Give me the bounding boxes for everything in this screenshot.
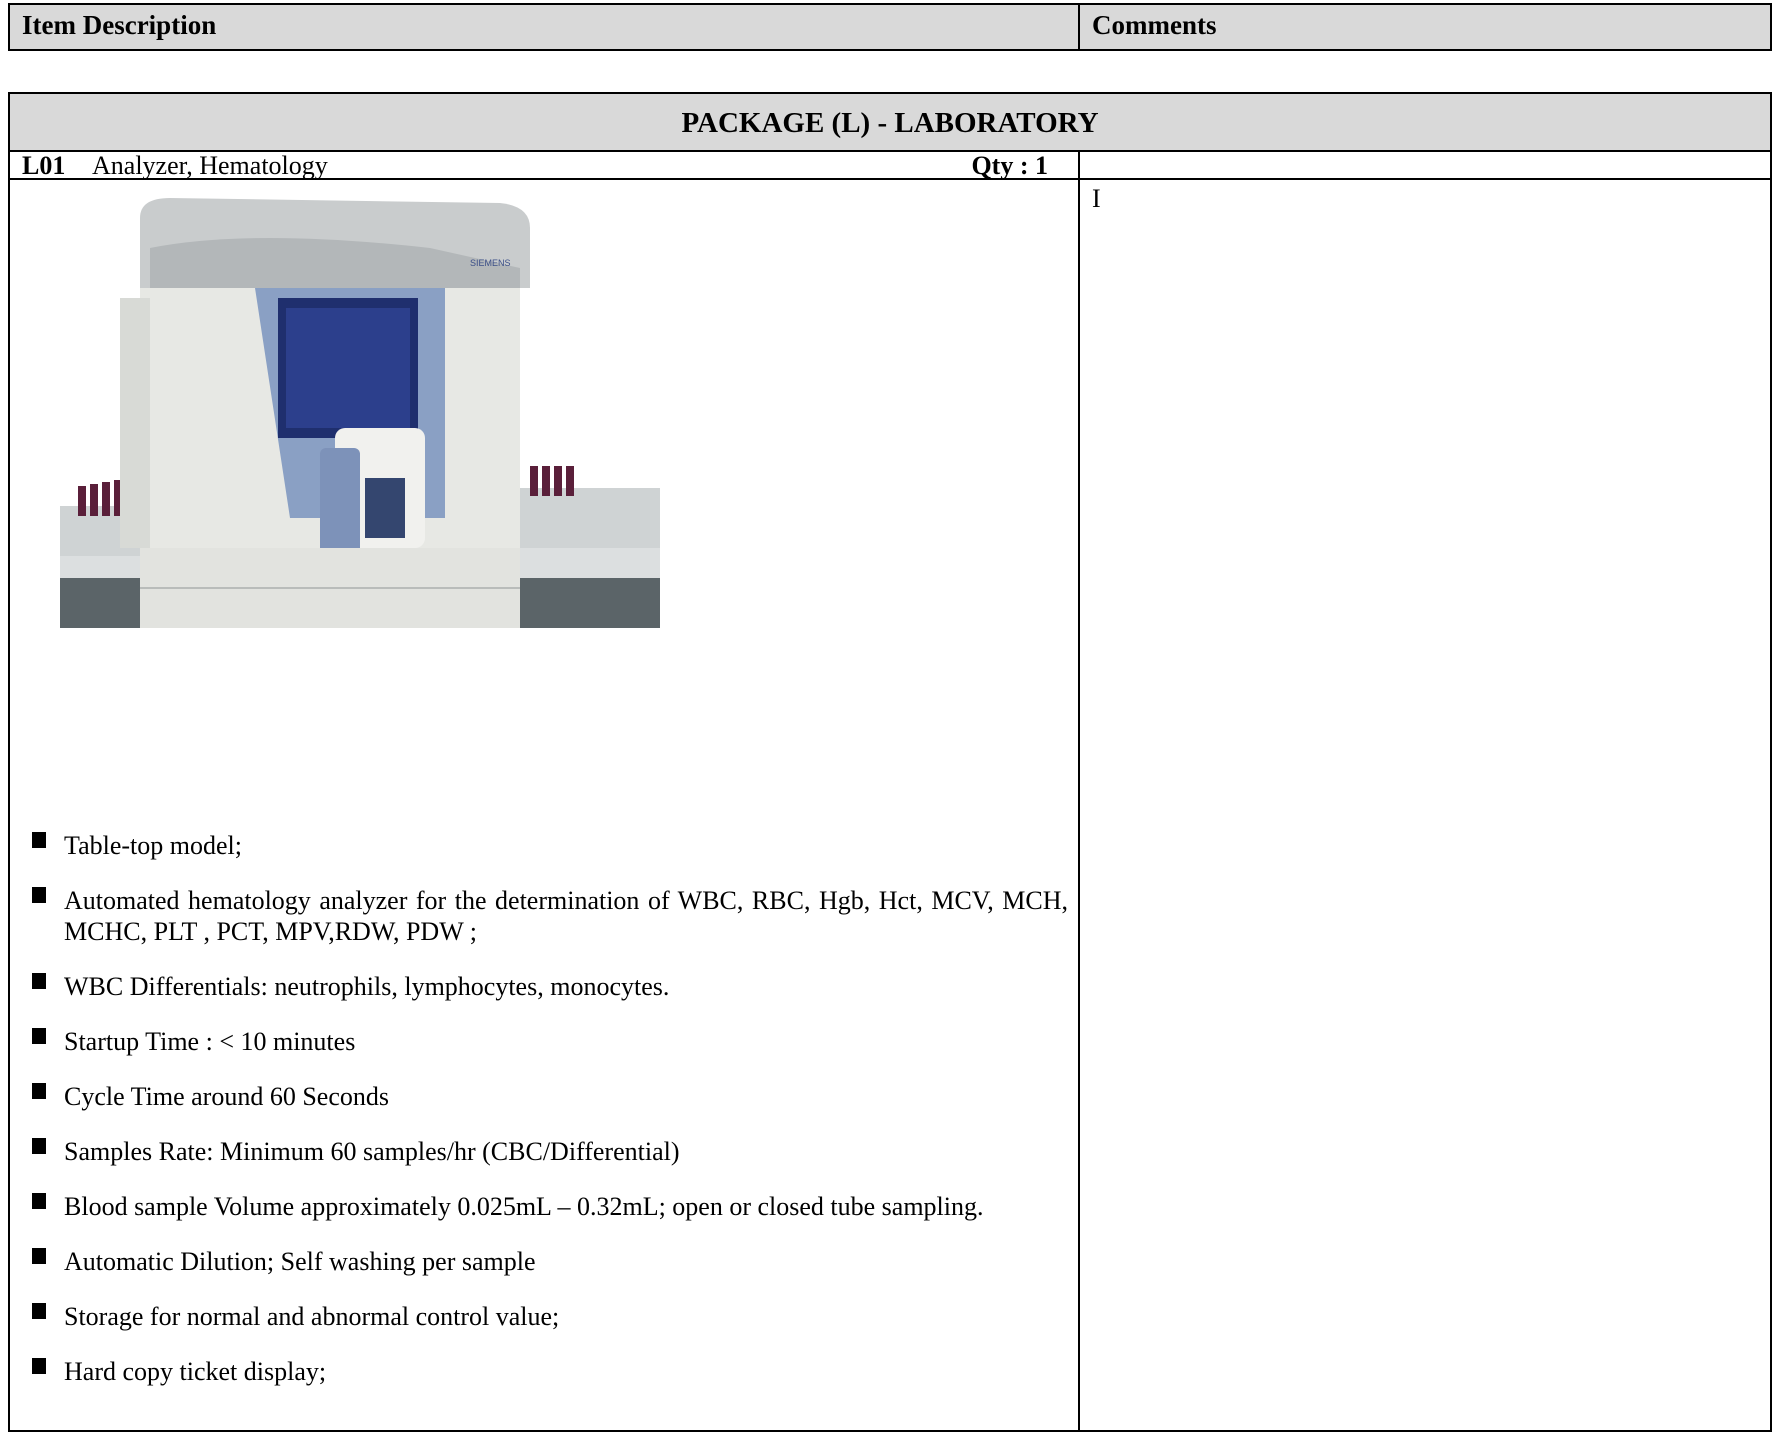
bullet-square-icon [32,887,46,903]
spec-text: Blood sample Volume approximately 0.025m… [64,1192,984,1221]
spec-item: Startup Time : < 10 minutes [10,1026,1080,1057]
spec-text: Automatic Dilution; Self washing per sam… [64,1247,536,1276]
item-name: Analyzer, Hematology [92,151,328,180]
item-cell: L01 Analyzer, Hematology Qty : 1 [10,151,1080,180]
spec-item: Cycle Time around 60 Seconds [10,1081,1080,1112]
spec-list: Table-top model; Automated hematology ana… [10,830,1080,1411]
spec-item: Storage for normal and abnormal control … [10,1301,1080,1332]
comment-text: I [1092,184,1101,213]
bullet-square-icon [32,1248,46,1264]
spec-item: Automated hematology analyzer for the de… [10,885,1080,947]
spec-text: Samples Rate: Minimum 60 samples/hr (CBC… [64,1137,680,1166]
item-details-row: SIEMENS Table-top model; Automated hemato… [10,180,1770,1430]
spec-item: Samples Rate: Minimum 60 samples/hr (CBC… [10,1136,1080,1167]
spec-item: Table-top model; [10,830,1080,861]
brand-label: SIEMENS [470,258,511,268]
package-title: PACKAGE (L) - LABORATORY [10,94,1770,152]
spec-text: WBC Differentials: neutrophils, lymphocy… [64,972,670,1001]
spec-item: Hard copy ticket display; [10,1356,1080,1387]
spec-text: Hard copy ticket display; [64,1357,327,1386]
spec-item: Blood sample Volume approximately 0.025m… [10,1191,1080,1222]
item-row: L01 Analyzer, Hematology Qty : 1 [10,151,1770,180]
bullet-square-icon [32,1083,46,1099]
item-code: L01 [22,151,66,180]
bullet-square-icon [32,1193,46,1209]
spec-text: Startup Time : < 10 minutes [64,1027,356,1056]
bullet-square-icon [32,1138,46,1154]
spec-text: Table-top model; [64,831,242,860]
bullet-square-icon [32,832,46,848]
bullet-square-icon [32,1028,46,1044]
bullet-square-icon [32,1303,46,1319]
package-table: PACKAGE (L) - LABORATORY L01 Analyzer, H… [8,92,1772,1432]
bullet-square-icon [32,1358,46,1374]
item-qty: Qty : 1 [971,151,1048,180]
comment-cell: I [1080,180,1770,1430]
item-description-header: Item Description [10,5,1080,49]
spec-item: WBC Differentials: neutrophils, lymphocy… [10,971,1080,1002]
hematology-analyzer-image: SIEMENS [60,198,660,628]
spec-text: Automated hematology analyzer for the de… [64,886,1068,946]
spec-text: Storage for normal and abnormal control … [64,1302,560,1331]
header-table: Item Description Comments [8,3,1772,51]
item-details-cell: SIEMENS Table-top model; Automated hemato… [10,180,1080,1430]
spec-item: Automatic Dilution; Self washing per sam… [10,1246,1080,1277]
comments-header: Comments [1092,10,1217,40]
bullet-square-icon [32,973,46,989]
spec-text: Cycle Time around 60 Seconds [64,1082,389,1111]
